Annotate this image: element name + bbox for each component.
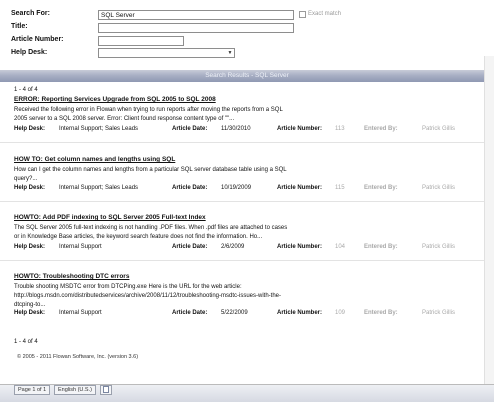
entered-by-value: Patrick Gillis [422,310,456,316]
help-desk-label: Help Desk: [14,126,46,132]
result-title-link[interactable]: HOWTO: Troubleshooting DTC errors [14,273,129,280]
exact-match-label: Exact match [308,11,342,17]
chevron-down-icon: ▼ [227,50,233,56]
exact-match-checkbox[interactable] [299,11,306,18]
article-number-value: 109 [335,310,346,316]
article-date-label: Article Date: [172,310,208,316]
pager-top: 1 - 4 of 4 [14,87,38,93]
help-desk-label: Help Desk: [14,185,46,191]
document-icon[interactable] [100,385,112,395]
pager-bottom: 1 - 4 of 4 [14,339,38,345]
page-indicator: Page 1 of 1 [14,385,51,395]
result-description: How can I get the column names and lengt… [14,167,287,182]
title-input[interactable] [98,23,294,33]
search-results-header: Search Results - SQL Server [0,70,494,82]
help-desk-label: Help Desk: [14,310,46,316]
result-divider [0,201,494,202]
article-number-label: Article Number: [277,185,323,191]
help-desk-value: Internal Support [59,310,102,316]
article-date-label: Article Date: [172,126,208,132]
article-number-label: Article Number: [277,310,323,316]
article-number-value: 104 [335,244,346,250]
entered-by-value: Patrick Gillis [422,126,456,132]
article-number-label: Article Number: [11,36,64,43]
entered-by-value: Patrick Gillis [422,185,456,191]
article-date-value: 10/19/2009 [221,185,252,191]
result-description: Received the following error in Flowan w… [14,107,283,122]
entered-by-value: Patrick Gillis [422,244,456,250]
help-desk-label: Help Desk: [11,49,48,56]
result-divider [0,260,494,261]
search-for-input[interactable]: SQL Server [98,10,294,20]
help-desk-select[interactable]: ▼ [98,48,235,58]
article-date-value: 2/6/2009 [221,244,245,250]
article-date-value: 11/30/2010 [221,126,251,132]
help-desk-value: Internal Support; Sales Leads [59,126,139,132]
entered-by-label: Entered By: [364,185,398,191]
search-for-label: Search For: [11,10,50,17]
help-desk-value: Internal Support [59,244,102,250]
help-desk-value: Internal Support; Sales Leads [59,185,139,191]
result-description: Trouble shooting MSDTC error from DTCPin… [14,284,282,308]
entered-by-label: Entered By: [364,126,398,132]
title-label: Title: [11,23,28,30]
result-description: The SQL Server 2005 full-text indexing i… [14,225,288,240]
help-desk-label: Help Desk: [14,244,46,250]
article-number-value: 115 [335,185,345,191]
article-number-input[interactable] [98,36,184,46]
article-date-value: 5/22/2009 [221,310,248,316]
result-title-link[interactable]: HOWTO: Add PDF indexing to SQL Server 20… [14,214,206,221]
vertical-scrollbar[interactable] [484,56,494,384]
copyright: © 2005 - 2011 Flowan Software, Inc. (ver… [17,354,139,360]
article-date-label: Article Date: [172,185,208,191]
result-divider [0,142,494,143]
language-indicator[interactable]: English (U.S.) [54,385,96,395]
result-title-link[interactable]: ERROR: Reporting Services Upgrade from S… [14,96,216,103]
entered-by-label: Entered By: [364,310,398,316]
result-title-link[interactable]: HOW TO: Get column names and lengths usi… [14,156,175,163]
entered-by-label: Entered By: [364,244,398,250]
article-number-label: Article Number: [277,126,323,132]
search-results-title: Search Results - SQL Server [205,72,289,79]
article-number-label: Article Number: [277,244,323,250]
article-number-value: 113 [335,126,345,132]
article-date-label: Article Date: [172,244,208,250]
